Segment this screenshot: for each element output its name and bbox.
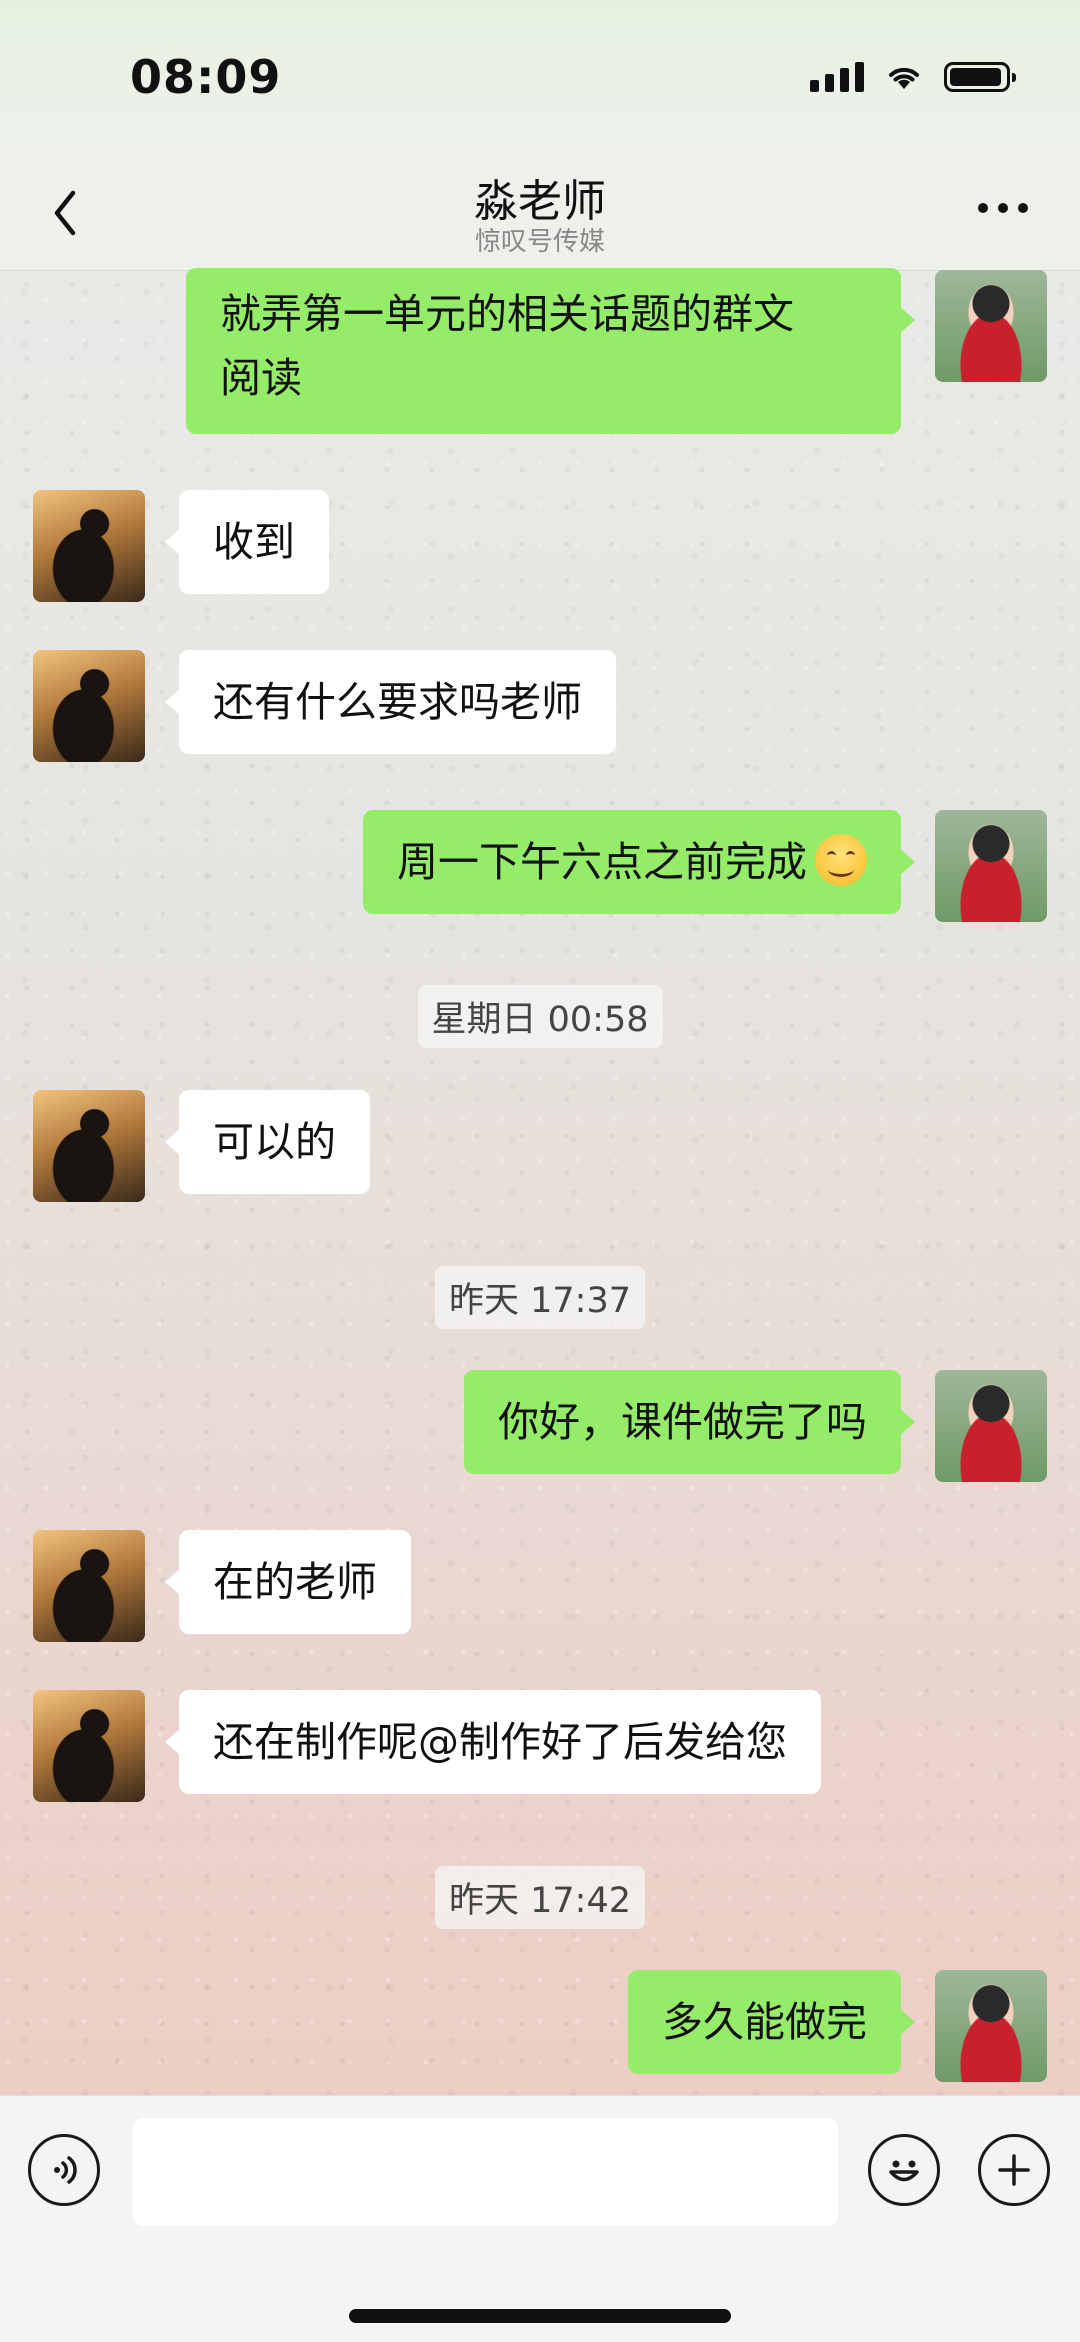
- home-indicator[interactable]: [349, 2309, 731, 2323]
- my-avatar[interactable]: [935, 1970, 1047, 2082]
- message-outgoing: 你好，课件做完了吗: [464, 1370, 1047, 1482]
- timestamp: 昨天 17:42: [0, 1866, 1080, 1929]
- my-avatar[interactable]: [935, 270, 1047, 382]
- message-bubble[interactable]: 你好，课件做完了吗: [464, 1370, 915, 1474]
- message-bubble[interactable]: 就弄第一单元的相关话题的群文 阅读: [186, 268, 915, 434]
- message-outgoing: 多久能做完: [628, 1970, 1047, 2082]
- my-avatar[interactable]: [935, 1370, 1047, 1482]
- message-bubble[interactable]: 还在制作呢@制作好了后发给您: [165, 1690, 821, 1794]
- status-time: 08:09: [130, 50, 282, 104]
- message-text: 周一下午六点之前完成: [397, 838, 807, 886]
- message-bubble[interactable]: 多久能做完: [628, 1970, 915, 2074]
- message-input[interactable]: [133, 2118, 838, 2226]
- chat-header: 淼老师 惊叹号传媒: [0, 155, 1080, 271]
- message-outgoing: 就弄第一单元的相关话题的群文 阅读: [186, 268, 1047, 434]
- smiling-face-emoji-icon: [815, 834, 867, 886]
- signal-icon: [810, 62, 864, 92]
- plus-icon[interactable]: [978, 2134, 1050, 2206]
- message-bubble[interactable]: 可以的: [165, 1090, 370, 1194]
- contact-avatar[interactable]: [33, 1090, 145, 1202]
- status-icons: [810, 62, 1016, 92]
- input-bar: [0, 2095, 1080, 2342]
- message-incoming: 还有什么要求吗老师: [33, 650, 616, 762]
- timestamp: 星期日 00:58: [0, 985, 1080, 1048]
- timestamp: 昨天 17:37: [0, 1266, 1080, 1329]
- wifi-icon: [889, 67, 919, 89]
- voice-icon[interactable]: [28, 2134, 100, 2206]
- message-bubble[interactable]: 周一下午六点之前完成: [363, 810, 915, 914]
- more-icon[interactable]: [978, 203, 1028, 213]
- status-bar: 08:09: [0, 0, 1080, 155]
- my-avatar[interactable]: [935, 810, 1047, 922]
- message-bubble[interactable]: 收到: [165, 490, 329, 594]
- contact-avatar[interactable]: [33, 1690, 145, 1802]
- message-incoming: 可以的: [33, 1090, 370, 1202]
- message-incoming: 在的老师: [33, 1530, 411, 1642]
- battery-icon: [944, 62, 1016, 92]
- contact-avatar[interactable]: [33, 1530, 145, 1642]
- chat-title: 淼老师: [474, 176, 606, 227]
- emoji-icon[interactable]: [868, 2134, 940, 2206]
- message-incoming: 收到: [33, 490, 329, 602]
- message-outgoing: 周一下午六点之前完成: [363, 810, 1047, 922]
- message-bubble[interactable]: 还有什么要求吗老师: [165, 650, 616, 754]
- message-bubble[interactable]: 在的老师: [165, 1530, 411, 1634]
- message-incoming: 还在制作呢@制作好了后发给您: [33, 1690, 821, 1802]
- contact-avatar[interactable]: [33, 490, 145, 602]
- chat-subtitle: 惊叹号传媒: [474, 227, 605, 257]
- contact-avatar[interactable]: [33, 650, 145, 762]
